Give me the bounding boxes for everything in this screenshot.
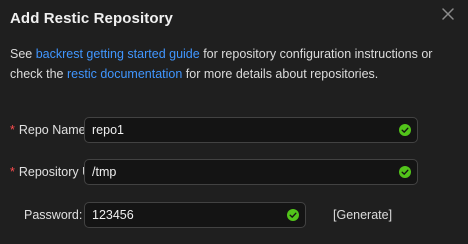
restic-documentation-link[interactable]: restic documentation xyxy=(67,67,182,81)
intro-text-3: for more details about repositories. xyxy=(182,67,379,81)
repository-uri-field[interactable] xyxy=(84,159,418,185)
required-mark: * xyxy=(10,123,15,137)
getting-started-guide-link[interactable]: backrest getting started guide xyxy=(36,47,200,61)
repository-uri-row: *Repository URI xyxy=(0,159,468,185)
intro-paragraph: See backrest getting started guide for r… xyxy=(10,44,460,84)
password-label-colon: : xyxy=(78,208,83,222)
password-label-text: Password xyxy=(24,208,79,222)
password-input[interactable] xyxy=(85,203,305,227)
modal-title: Add Restic Repository xyxy=(10,10,173,27)
required-mark: * xyxy=(10,165,15,179)
add-repository-modal: Add Restic Repository See backrest getti… xyxy=(0,0,468,244)
repository-uri-input[interactable] xyxy=(85,160,417,184)
repo-name-input[interactable] xyxy=(85,118,417,142)
repo-name-label-text: Repo Name xyxy=(18,123,84,137)
check-circle-icon xyxy=(399,124,411,136)
close-icon[interactable] xyxy=(440,6,456,22)
repo-name-label: * Repo Name xyxy=(10,117,84,143)
repository-uri-label: *Repository URI xyxy=(10,159,84,185)
password-field[interactable] xyxy=(84,202,306,228)
check-circle-icon xyxy=(287,209,299,221)
check-circle-icon xyxy=(399,166,411,178)
intro-text-1: See xyxy=(10,47,36,61)
password-label: Password: xyxy=(24,202,86,228)
repository-uri-label-text: Repository URI xyxy=(18,165,84,179)
password-row: Password: [Generate] xyxy=(0,202,468,228)
generate-password-button[interactable]: [Generate] xyxy=(333,202,392,228)
repo-name-field[interactable] xyxy=(84,117,418,143)
repo-name-row: * Repo Name xyxy=(0,117,468,143)
